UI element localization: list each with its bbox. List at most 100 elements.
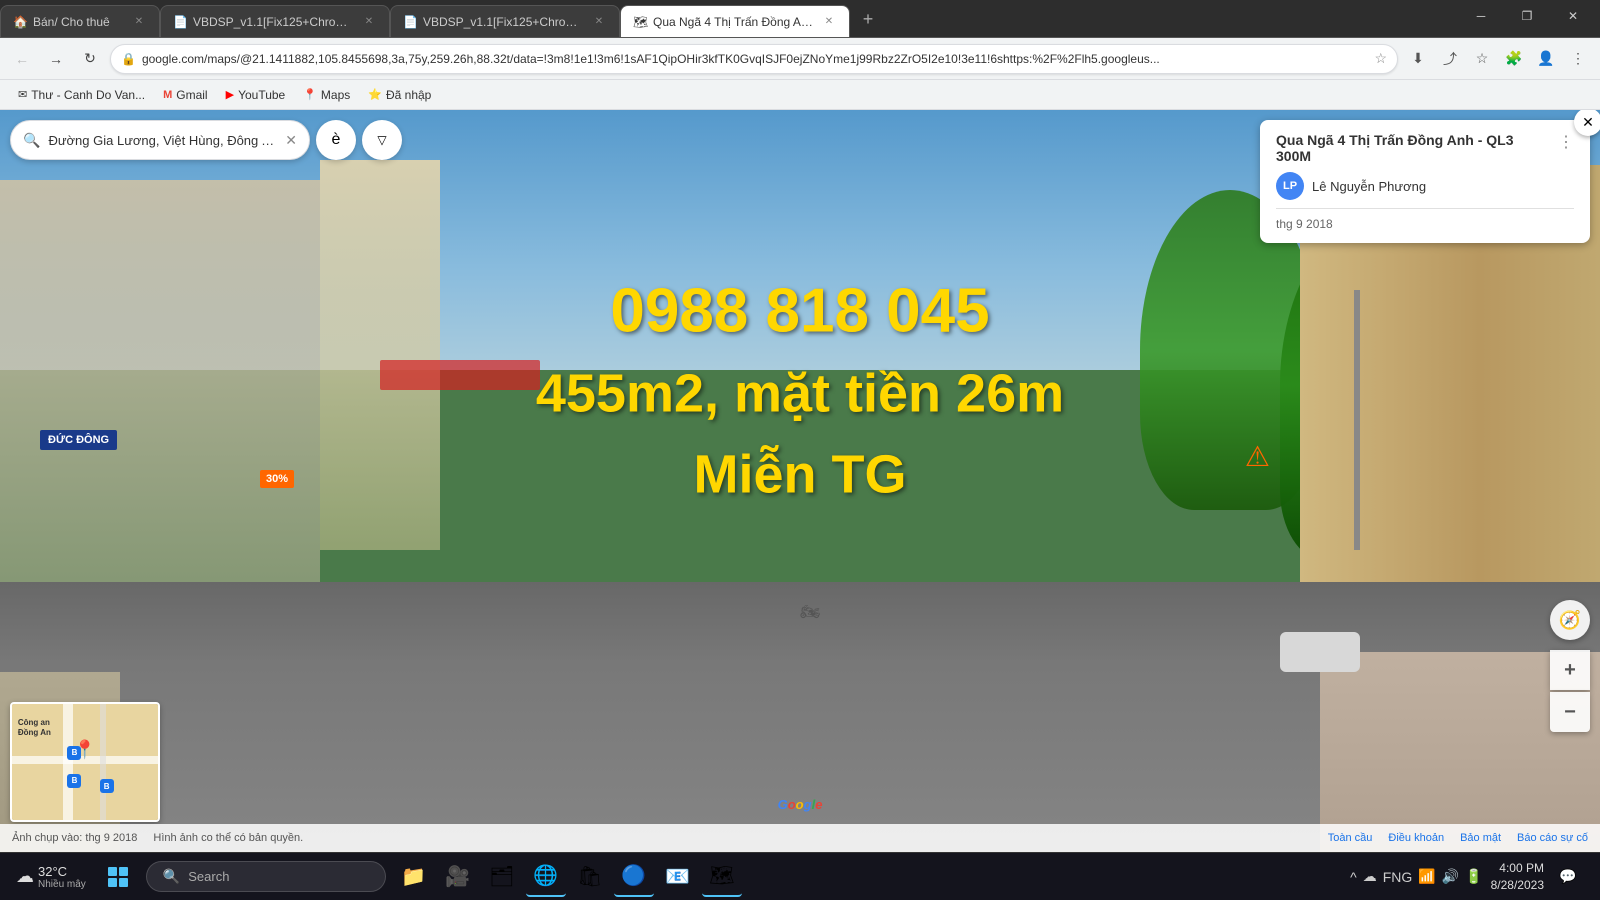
- bookmark-maps[interactable]: 📍 Maps: [295, 86, 358, 104]
- tray-wifi-icon[interactable]: 📶: [1418, 868, 1435, 885]
- status-report[interactable]: Báo cáo sự cố: [1517, 832, 1588, 844]
- start-square-3: [108, 878, 117, 887]
- extension-button[interactable]: 🧩: [1500, 45, 1528, 73]
- store-sign-duc-dong: ĐỨC ĐÔNG: [40, 430, 117, 450]
- taskbar-edge[interactable]: 🌐: [526, 857, 566, 897]
- weather-info: 32°C Nhiều mây: [38, 864, 86, 890]
- photo-info-card: Qua Ngã 4 Thị Trấn Đồng Anh - QL3 300M ⋮…: [1260, 120, 1590, 243]
- buildings-left: [0, 180, 320, 610]
- reload-button[interactable]: ↻: [76, 45, 104, 73]
- forward-button[interactable]: →: [42, 45, 70, 73]
- building-center: [320, 160, 440, 550]
- status-global[interactable]: Toàn cầu: [1328, 832, 1373, 844]
- browser-window: 🏠 Bán/ Cho thuê ✕ 📄 VBDSP_v1.1[Fix125+Ch…: [0, 0, 1600, 900]
- gmail-icon: M: [163, 89, 172, 101]
- bookmark-gmail[interactable]: M Gmail: [155, 86, 216, 104]
- tab-ban-cho-thue[interactable]: 🏠 Bán/ Cho thuê ✕: [0, 5, 160, 37]
- zoom-out-button[interactable]: −: [1550, 692, 1590, 732]
- status-terms[interactable]: Điều khoản: [1388, 832, 1444, 844]
- tray-battery-icon[interactable]: 🔋: [1465, 868, 1482, 885]
- mini-map-road-v2: [100, 704, 106, 820]
- tray-weather-small-icon[interactable]: ☁: [1363, 868, 1377, 885]
- view-angle-button[interactable]: ▽: [362, 120, 402, 160]
- start-square-1: [108, 867, 117, 876]
- photo-card-close-button[interactable]: ✕: [1574, 110, 1600, 136]
- tab-vbdsp-1[interactable]: 📄 VBDSP_v1.1[Fix125+Chrome32]... ✕: [160, 5, 390, 37]
- map-search-clear[interactable]: ✕: [285, 132, 297, 149]
- tray-show-hidden-icon[interactable]: ^: [1350, 869, 1357, 885]
- tab4-close[interactable]: ✕: [821, 14, 837, 30]
- toolbar-icons: ⬇ ⤴ ☆ 🧩 👤 ⋮: [1404, 45, 1592, 73]
- back-button[interactable]: ←: [8, 45, 36, 73]
- share-button[interactable]: ⤴: [1436, 45, 1464, 73]
- profile-button[interactable]: 👤: [1532, 45, 1560, 73]
- notification-icon: 💬: [1559, 868, 1576, 885]
- taskbar-clock[interactable]: 4:00 PM 8/28/2023: [1491, 860, 1544, 894]
- address-bar[interactable]: 🔒 google.com/maps/@21.1411882,105.845569…: [110, 44, 1398, 74]
- mini-map[interactable]: Công anĐồng An B B B 📍: [10, 702, 160, 822]
- taskbar-microsoft-store[interactable]: 🛍: [570, 857, 610, 897]
- tray-volume-icon[interactable]: 🔊: [1442, 868, 1459, 885]
- taskbar-maps-app[interactable]: 🗺: [702, 857, 742, 897]
- taskbar-search-text: Search: [188, 869, 229, 884]
- bookmark-star-icon[interactable]: ☆: [1374, 50, 1387, 67]
- view-toggle-button[interactable]: è: [316, 120, 356, 160]
- file-explorer-icon: 📁: [401, 864, 426, 889]
- bookmark-mail[interactable]: ✉ Thư - Canh Do Van...: [10, 86, 153, 104]
- status-privacy[interactable]: Bảo mật: [1460, 832, 1501, 844]
- taskbar-file-explorer[interactable]: 📁: [394, 857, 434, 897]
- bookmark-imported[interactable]: ⭐ Đã nhập: [360, 86, 439, 104]
- zoom-in-button[interactable]: +: [1550, 650, 1590, 690]
- traffic-warning-sign: ⚠: [1245, 440, 1270, 473]
- map-search-icon: 🔍: [23, 132, 40, 149]
- taskbar-video-call[interactable]: 🎥: [438, 857, 478, 897]
- menu-button[interactable]: ⋮: [1564, 45, 1592, 73]
- tab-google-maps[interactable]: 🗺 Qua Ngã 4 Thị Trấn Đồng Anh -... ✕: [620, 5, 850, 37]
- map-search-panel: 🔍 Đường Gia Lương, Việt Hùng, Đông Anh ✕…: [10, 120, 402, 160]
- tray-icons-group: ^ ☁ FNG 📶 🔊 🔋: [1350, 868, 1482, 885]
- new-tab-button[interactable]: +: [854, 5, 882, 33]
- video-call-icon: 🎥: [445, 864, 470, 889]
- photo-card-author: LP Lê Nguyễn Phương: [1276, 172, 1574, 200]
- tab-vbdsp-2[interactable]: 📄 VBDSP_v1.1[Fix125+Chrome32]... ✕: [390, 5, 620, 37]
- tray-lang-label[interactable]: FNG: [1383, 869, 1413, 885]
- taskbar-folder-app[interactable]: 🗂: [482, 857, 522, 897]
- start-button[interactable]: [98, 857, 138, 897]
- photo-card-header: Qua Ngã 4 Thị Trấn Đồng Anh - QL3 300M ⋮: [1276, 132, 1574, 164]
- tab1-close[interactable]: ✕: [131, 14, 147, 30]
- light-pole: [1354, 290, 1360, 550]
- close-button[interactable]: ✕: [1550, 0, 1596, 32]
- bookmark-youtube[interactable]: ▶ YouTube: [218, 86, 294, 104]
- taskbar-weather[interactable]: ☁ 32°C Nhiều mây: [8, 860, 94, 894]
- mini-map-background: Công anĐồng An B B B 📍: [12, 704, 158, 820]
- mini-map-bus-icon-3: B: [100, 779, 114, 793]
- property-overlay: 0988 818 045 455m2, mặt tiền 26m Miễn TG: [536, 275, 1064, 510]
- tab3-close[interactable]: ✕: [591, 14, 607, 30]
- map-area[interactable]: ĐỨC ĐÔNG 30% ⚠ 🏍 🔍 Đường Gia Lương, Việt…: [0, 110, 1600, 852]
- compass-button[interactable]: 🧭: [1550, 600, 1590, 640]
- photo-rights-status: Hình ảnh co thể có bản quyền.: [153, 832, 303, 844]
- restore-button[interactable]: ❐: [1504, 0, 1550, 32]
- tab2-label: VBDSP_v1.1[Fix125+Chrome32]...: [193, 15, 355, 29]
- photo-card-more-button[interactable]: ⋮: [1550, 132, 1574, 152]
- minimize-button[interactable]: ─: [1458, 0, 1504, 32]
- map-status-bar: Ảnh chụp vào: thg 9 2018 Hình ảnh co thể…: [0, 824, 1600, 852]
- mail-bookmark-icon: ✉: [18, 88, 27, 101]
- taskbar-search-box[interactable]: 🔍 Search: [146, 861, 386, 892]
- tab2-close[interactable]: ✕: [361, 14, 377, 30]
- bookmark-imported-label: Đã nhập: [386, 88, 431, 102]
- taskbar: ☁ 32°C Nhiều mây 🔍 Search 📁: [0, 852, 1600, 900]
- overlay-phone: 0988 818 045: [536, 275, 1064, 349]
- tab1-favicon: 🏠: [13, 15, 27, 29]
- download-button[interactable]: ⬇: [1404, 45, 1432, 73]
- author-avatar-initial: LP: [1283, 180, 1297, 192]
- map-search-box[interactable]: 🔍 Đường Gia Lương, Việt Hùng, Đông Anh ✕: [10, 120, 310, 160]
- notification-button[interactable]: 💬: [1552, 857, 1584, 897]
- motorbike: 🏍: [800, 602, 820, 622]
- start-icon: [108, 867, 128, 887]
- taskbar-chrome[interactable]: 🔵: [614, 857, 654, 897]
- bookmark-button[interactable]: ☆: [1468, 45, 1496, 73]
- start-square-4: [119, 878, 128, 887]
- taskbar-search-icon: 🔍: [163, 868, 180, 885]
- taskbar-mail-app[interactable]: 📧: [658, 857, 698, 897]
